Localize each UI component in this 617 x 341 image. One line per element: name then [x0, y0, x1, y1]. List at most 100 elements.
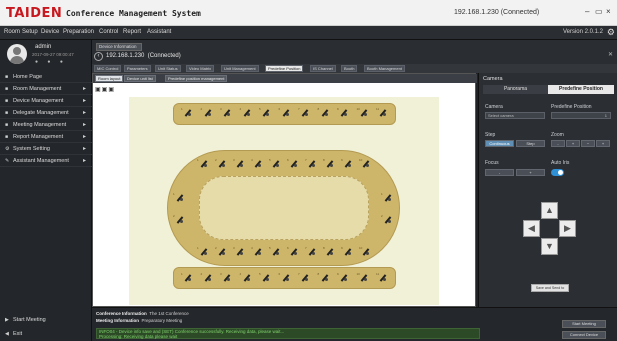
microphone-icon[interactable]: [281, 273, 291, 283]
microphone-icon[interactable]: [199, 159, 209, 169]
sidebar-item-report[interactable]: ■ Report Management ▸: [0, 132, 92, 143]
focus-plus-button[interactable]: +: [516, 169, 545, 176]
arrow-right-icon[interactable]: ▶: [559, 220, 576, 237]
microphone-icon[interactable]: [383, 193, 393, 203]
microphone-icon[interactable]: [307, 247, 317, 257]
save-send-ptz-button[interactable]: Save and Send to PTZ: [531, 284, 569, 296]
arrow-down-icon[interactable]: ▼: [541, 238, 558, 255]
exit-button[interactable]: ◀ Exit: [0, 328, 92, 340]
microphone-icon[interactable]: [361, 247, 371, 257]
microphone-icon[interactable]: [300, 273, 310, 283]
microphone-icon[interactable]: [339, 273, 349, 283]
tab-booth-management[interactable]: Booth Management: [364, 65, 405, 72]
connect-device-btn[interactable]: Connect Device: [562, 331, 606, 339]
sidebar-item-home[interactable]: ■ Home Page: [0, 72, 92, 83]
device-info-tab[interactable]: Device Information: [96, 43, 142, 51]
microphone-icon[interactable]: [325, 159, 335, 169]
close-icon[interactable]: ×: [606, 7, 611, 16]
tab-device-unit-list[interactable]: Device unit list: [124, 75, 156, 82]
zoom-wide-button[interactable]: −: [581, 140, 595, 147]
microphone-icon[interactable]: [235, 159, 245, 169]
minimize-icon[interactable]: –: [585, 7, 589, 16]
microphone-icon[interactable]: [261, 273, 271, 283]
microphone-icon[interactable]: [222, 273, 232, 283]
tab-panorama[interactable]: Panorama: [483, 85, 548, 94]
tab-video-matrix[interactable]: Video Matrix: [186, 65, 215, 72]
tab-is-channel[interactable]: IS Channel: [310, 65, 336, 72]
microphone-icon[interactable]: [242, 273, 252, 283]
microphone-icon[interactable]: [203, 108, 213, 118]
microphone-icon[interactable]: [217, 159, 227, 169]
microphone-icon[interactable]: [217, 247, 227, 257]
microphone-icon[interactable]: [203, 273, 213, 283]
microphone-icon[interactable]: [307, 159, 317, 169]
step-button[interactable]: Step: [516, 140, 545, 147]
back-icon[interactable]: ‹: [94, 52, 103, 61]
microphone-icon[interactable]: [253, 159, 263, 169]
sidebar-item-device[interactable]: ■ Device Management ▸: [0, 96, 92, 107]
tab-mic-control[interactable]: MIC Control: [94, 65, 122, 72]
menu-room[interactable]: Room: [4, 29, 20, 35]
sidebar-item-system-setting[interactable]: ⚙ System Setting ▸: [0, 144, 92, 155]
microphone-icon[interactable]: [281, 108, 291, 118]
microphone-icon[interactable]: [175, 215, 185, 225]
sidebar-item-assistant[interactable]: ✎ Assistant Management ▸: [0, 156, 92, 167]
room-layout-canvas[interactable]: 1 2 3 4 5 6 7 8 9 10 11 1 2 3 4 5 6 7 8 9 10 11 1 2 3 4 5 6 7 8 9 10 1 2 3…: [129, 97, 439, 305]
microphone-icon[interactable]: [361, 159, 371, 169]
camera-select[interactable]: Select camera: [485, 112, 545, 119]
arrow-up-icon[interactable]: ▲: [541, 202, 558, 219]
tab-camera-predefine-position[interactable]: Predefine Position: [548, 85, 614, 94]
microphone-icon[interactable]: [175, 193, 185, 203]
menu-assistant[interactable]: Assistant: [147, 29, 171, 35]
microphone-icon[interactable]: [378, 108, 388, 118]
microphone-icon[interactable]: [271, 159, 281, 169]
microphone-icon[interactable]: [199, 247, 209, 257]
microphone-icon[interactable]: [320, 273, 330, 283]
microphone-icon[interactable]: [289, 247, 299, 257]
menu-setup[interactable]: Setup: [22, 29, 38, 35]
restore-icon[interactable]: ▭: [595, 7, 603, 16]
zoom-tele-button[interactable]: +: [596, 140, 610, 147]
microphone-icon[interactable]: [242, 108, 252, 118]
microphone-icon[interactable]: [222, 108, 232, 118]
zoom-in-button[interactable]: +: [566, 140, 580, 147]
focus-minus-button[interactable]: -: [485, 169, 514, 176]
start-meeting-button[interactable]: ▶ Start Meeting: [0, 314, 92, 326]
microphone-icon[interactable]: [235, 247, 245, 257]
microphone-icon[interactable]: [253, 247, 263, 257]
microphone-icon[interactable]: [343, 247, 353, 257]
microphone-icon[interactable]: [359, 273, 369, 283]
zoom-controls[interactable]: ▣▣▣: [95, 86, 115, 93]
microphone-icon[interactable]: [383, 215, 393, 225]
predefine-position-select[interactable]: 1: [551, 112, 611, 119]
zoom-out-button[interactable]: -: [551, 140, 565, 147]
microphone-icon[interactable]: [378, 273, 388, 283]
user-status-icons[interactable]: ● ● ●: [35, 59, 67, 65]
tab-booth[interactable]: Booth: [341, 65, 358, 72]
tab-predefine-management[interactable]: Predefine position management: [165, 75, 228, 82]
tab-room-layout[interactable]: Room layout: [95, 75, 124, 82]
menu-report[interactable]: Report: [123, 29, 141, 35]
microphone-icon[interactable]: [183, 108, 193, 118]
menu-preparation[interactable]: Preparation: [63, 29, 94, 35]
start-meeting-btn[interactable]: Start Meeting: [562, 320, 606, 328]
microphone-icon[interactable]: [320, 108, 330, 118]
sidebar-item-room[interactable]: ■ Room Management ▸: [0, 84, 92, 95]
microphone-icon[interactable]: [325, 247, 335, 257]
microphone-icon[interactable]: [300, 108, 310, 118]
avatar[interactable]: [7, 44, 27, 64]
tab-unit-status[interactable]: Unit Status: [155, 65, 181, 72]
sidebar-item-meeting[interactable]: ■ Meeting Management ▸: [0, 120, 92, 131]
tab-predefine-position[interactable]: Predefine Position: [265, 65, 304, 72]
microphone-icon[interactable]: [271, 247, 281, 257]
sidebar-item-delegate[interactable]: ■ Delegate Management ▸: [0, 108, 92, 119]
menu-control[interactable]: Control: [99, 29, 118, 35]
microphone-icon[interactable]: [339, 108, 349, 118]
microphone-icon[interactable]: [343, 159, 353, 169]
microphone-icon[interactable]: [183, 273, 193, 283]
gear-icon[interactable]: ⚙: [607, 27, 615, 38]
tab-unit-management[interactable]: Unit Management: [221, 65, 259, 72]
microphone-icon[interactable]: [359, 108, 369, 118]
continuous-button[interactable]: Continuous: [485, 140, 514, 147]
microphone-icon[interactable]: [261, 108, 271, 118]
